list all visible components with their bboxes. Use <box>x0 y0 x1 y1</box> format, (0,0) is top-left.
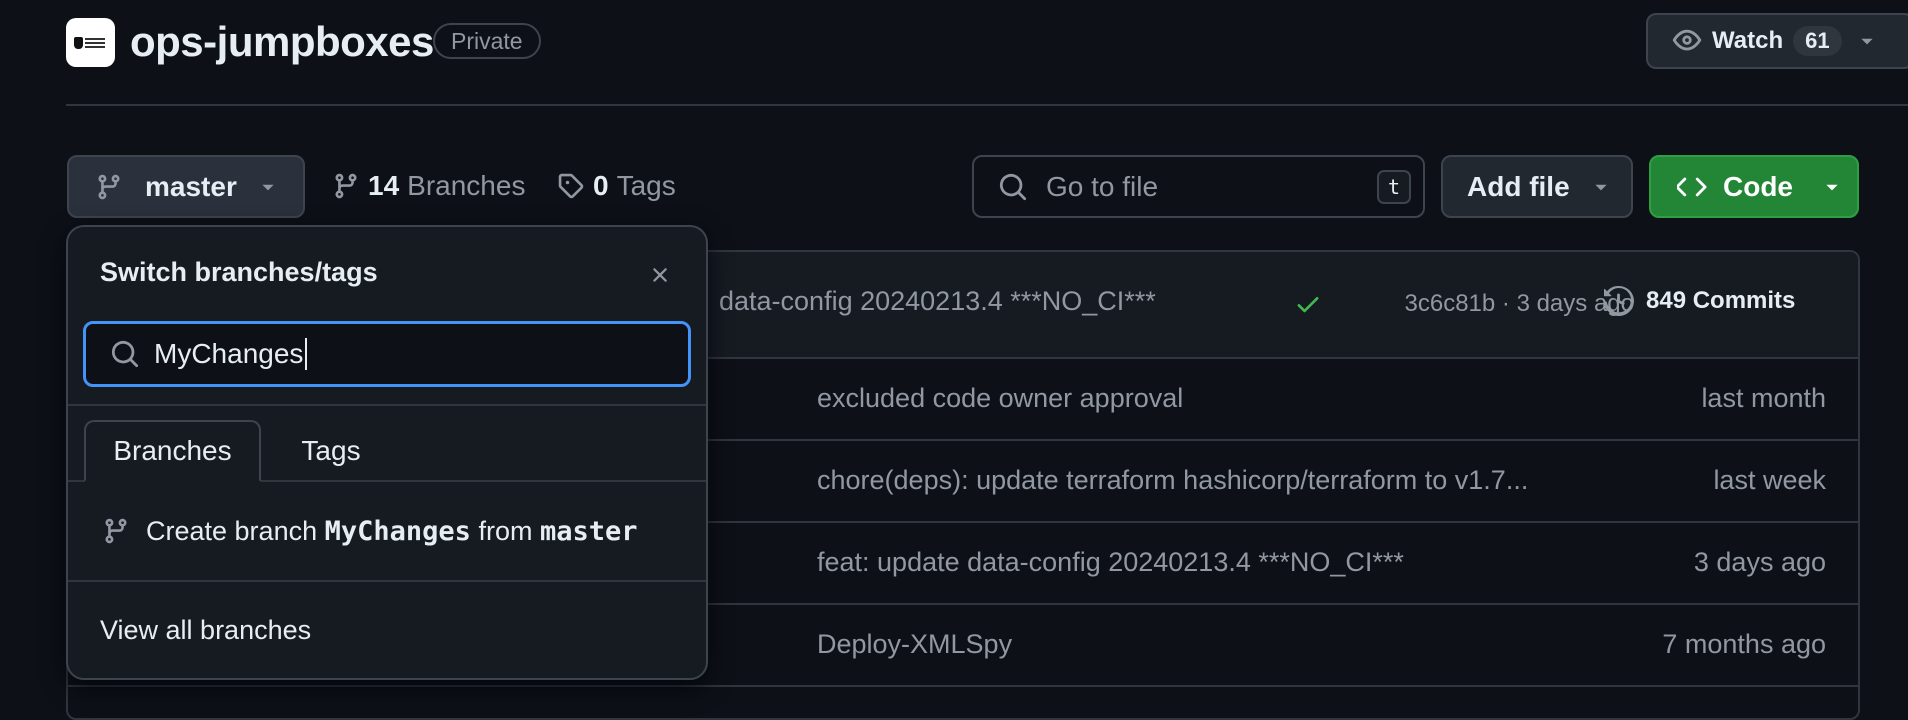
latest-commit-meta[interactable]: 3c6c81b · 3 days ago <box>1329 290 1635 318</box>
branches-link[interactable]: 14 Branches <box>332 164 525 208</box>
create-branch-source: master <box>539 515 638 547</box>
branches-label: Branches <box>407 170 526 201</box>
add-file-label: Add file <box>1467 170 1570 202</box>
watch-count: 61 <box>1793 26 1842 56</box>
branch-filter-value: MyChanges <box>154 338 304 369</box>
text-cursor <box>305 338 308 370</box>
eye-icon <box>1672 26 1702 56</box>
row-commit-message[interactable]: Deploy-XMLSpy <box>817 629 1012 660</box>
chevron-down-icon <box>259 178 277 196</box>
code-label: Code <box>1723 170 1793 202</box>
dropdown-title: Switch branches/tags <box>100 257 378 287</box>
chevron-down-icon <box>1858 32 1876 50</box>
chevron-down-icon <box>1823 178 1841 196</box>
keyboard-shortcut-hint: t <box>1377 169 1411 204</box>
repo-name[interactable]: ops-jumpboxes <box>130 16 434 68</box>
go-to-file-placeholder: Go to file <box>1046 170 1159 202</box>
check-icon[interactable] <box>1294 290 1322 318</box>
branches-count: 14 <box>368 170 400 201</box>
row-time: 7 months ago <box>1662 629 1826 659</box>
latest-commit-message[interactable]: data-config 20240213.4 ***NO_CI*** <box>719 286 1156 317</box>
search-icon <box>110 339 140 369</box>
tab-tags[interactable]: Tags <box>281 420 381 482</box>
visibility-badge: Private <box>433 23 541 59</box>
create-branch-prefix: Create branch <box>146 515 318 546</box>
watch-button[interactable]: Watch 61 <box>1646 13 1908 69</box>
row-commit-message[interactable]: feat: update data-config 20240213.4 ***N… <box>817 547 1404 578</box>
org-logo-icon <box>73 33 108 53</box>
create-branch-name: MyChanges <box>324 515 471 547</box>
dropdown-divider <box>68 404 706 406</box>
row-commit-message[interactable]: chore(deps): update terraform hashicorp/… <box>817 465 1528 496</box>
git-branch-icon <box>332 172 360 200</box>
tags-link[interactable]: 0 Tags <box>557 164 676 208</box>
current-branch-label: master <box>145 170 237 202</box>
tab-branches[interactable]: Branches <box>84 420 261 482</box>
search-icon <box>998 172 1028 202</box>
view-all-branches-link[interactable]: View all branches <box>100 615 311 646</box>
branch-switcher-dropdown: Switch branches/tags MyChanges Branches … <box>66 225 708 680</box>
chevron-down-icon <box>1592 178 1610 196</box>
git-branch-icon <box>102 517 130 545</box>
branch-select-button[interactable]: master <box>67 155 305 218</box>
commits-link[interactable]: 849 Commits <box>1604 286 1795 316</box>
branch-filter-input[interactable]: MyChanges <box>83 321 691 387</box>
code-button[interactable]: Code <box>1649 155 1859 218</box>
row-time: last month <box>1701 383 1826 413</box>
code-icon <box>1677 172 1707 202</box>
header-divider <box>66 104 1908 106</box>
tags-count: 0 <box>593 170 609 201</box>
watch-label: Watch <box>1712 27 1784 54</box>
tag-icon <box>557 172 585 200</box>
org-avatar[interactable] <box>66 18 115 67</box>
row-time: last week <box>1713 465 1826 495</box>
add-file-button[interactable]: Add file <box>1441 155 1633 218</box>
tags-label: Tags <box>616 170 676 201</box>
commits-count: 849 Commits <box>1646 287 1796 314</box>
go-to-file-input[interactable]: Go to file t <box>972 155 1425 218</box>
create-branch-from: from <box>478 515 533 546</box>
dropdown-tabs: Branches Tags <box>68 420 706 482</box>
row-time: 3 days ago <box>1693 547 1826 577</box>
create-branch-option[interactable]: Create branch MyChanges from master <box>68 482 706 582</box>
history-icon <box>1604 286 1634 316</box>
git-branch-icon <box>95 173 123 201</box>
close-icon[interactable] <box>648 263 672 287</box>
row-commit-message[interactable]: excluded code owner approval <box>817 383 1183 414</box>
